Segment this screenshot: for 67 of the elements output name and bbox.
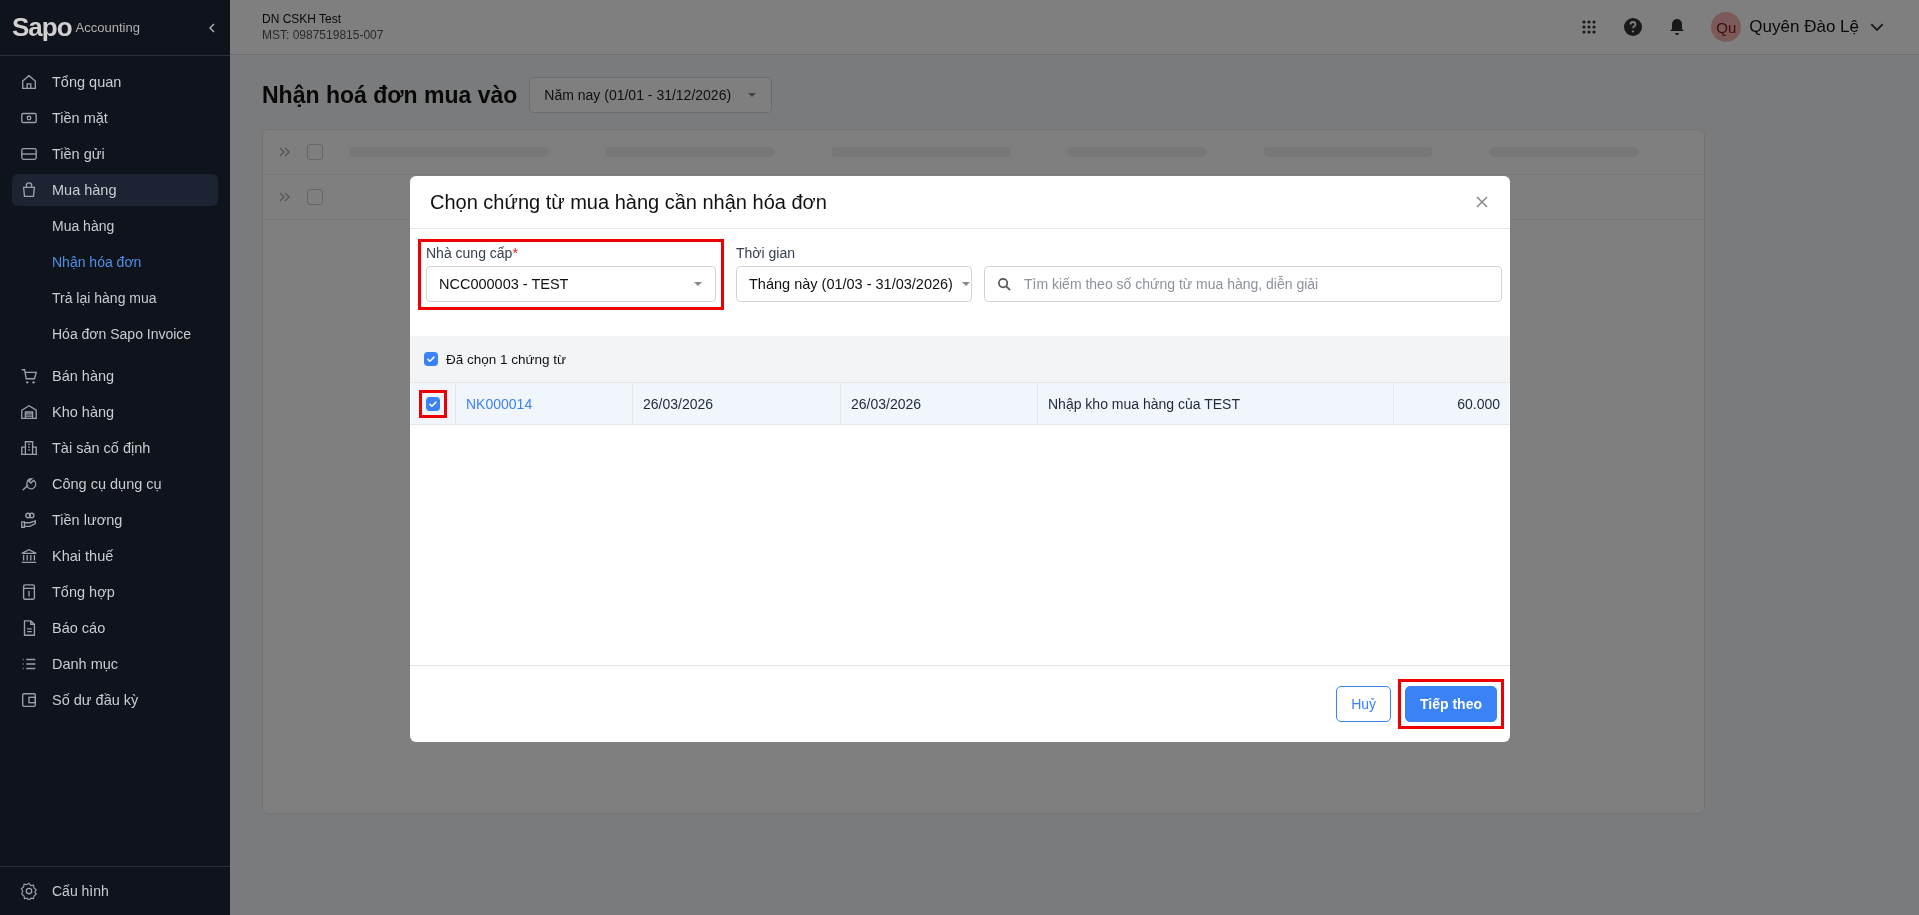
user-name[interactable]: Quyên Đào Lệ — [1749, 17, 1859, 37]
page-title: Nhận hoá đơn mua vào — [262, 81, 518, 109]
dialog-title: Chọn chứng từ mua hàng cần nhận hóa đơn — [430, 190, 827, 214]
sidebar-subitem[interactable]: Mua hàng — [52, 216, 115, 236]
help-icon[interactable] — [1623, 17, 1644, 37]
sidebar-item[interactable]: Kho hàng — [12, 396, 218, 428]
logo-text: Sapo — [12, 12, 72, 43]
period-dropdown[interactable]: Tháng này (01/03 - 31/03/2026) — [736, 266, 972, 302]
next-button[interactable]: Tiếp theo — [1405, 686, 1497, 722]
document-link[interactable]: NK000014 — [466, 395, 533, 412]
close-icon[interactable] — [1474, 194, 1490, 210]
double-chevron-icon[interactable] — [277, 145, 291, 159]
checkbox[interactable] — [307, 144, 323, 160]
sidebar-item[interactable]: Khai thuế — [12, 540, 218, 572]
caret-icon — [960, 279, 971, 289]
sidebar-item[interactable]: Báo cáo — [12, 612, 218, 644]
cancel-button[interactable]: Huỷ — [1336, 686, 1392, 722]
ledger-icon — [20, 583, 38, 601]
selection-summary: Đã chọn 1 chứng từ — [446, 351, 567, 367]
table-row[interactable]: NK000014 26/03/2026 26/03/2026 Nhập kho mua hàng của TEST 60.000 — [410, 383, 1510, 425]
bank-icon — [20, 547, 38, 565]
wallet-icon — [20, 691, 38, 709]
caret-icon — [693, 279, 703, 289]
sidebar-subitem[interactable]: Trả lại hàng mua — [52, 288, 157, 308]
bag-icon — [20, 181, 38, 199]
table-cell: 26/03/2026 — [851, 395, 922, 412]
tax-id: MST: 0987519815-007 — [262, 28, 385, 42]
sidebar-item[interactable]: Tổng quan — [12, 66, 218, 98]
card-icon — [20, 145, 38, 163]
field-label: Thời gian — [736, 245, 796, 261]
search-input[interactable]: Tìm kiếm theo số chứng từ mua hàng, diễn giải — [1022, 275, 1489, 293]
home-icon — [20, 73, 38, 91]
sidebar-item[interactable]: Danh mục — [12, 648, 218, 680]
sidebar-subitem[interactable]: Hóa đơn Sapo Invoice — [52, 324, 192, 344]
product-name: Accounting — [75, 20, 141, 35]
search-icon — [997, 276, 1012, 292]
checkbox[interactable] — [425, 396, 440, 411]
sidebar-item[interactable]: Bán hàng — [12, 360, 218, 392]
collapse-icon[interactable] — [206, 21, 218, 34]
supplier-dropdown[interactable]: NCC000003 - TEST — [426, 266, 716, 302]
search-field[interactable]: Tìm kiếm theo số chứng từ mua hàng, diễn giải — [984, 266, 1502, 302]
company-name: DN CSKH Test — [262, 12, 343, 26]
checkbox[interactable] — [424, 352, 438, 366]
caret-icon — [747, 90, 758, 100]
warehouse-icon — [20, 403, 38, 421]
hand-coins-icon — [20, 511, 38, 529]
checkbox[interactable] — [307, 189, 323, 205]
sidebar-item[interactable]: Tiền mặt — [12, 102, 218, 134]
settings-item[interactable]: Cấu hình — [52, 883, 109, 899]
sidebar-item[interactable]: Mua hàng — [12, 174, 218, 206]
sidebar-item[interactable]: Tiền lương — [12, 504, 218, 536]
sidebar-item[interactable]: Tài sản cố định — [12, 432, 218, 464]
sidebar-item[interactable]: Số dư đầu kỳ — [12, 684, 218, 716]
sidebar-item[interactable]: Tổng hợp — [12, 576, 218, 608]
sidebar-item[interactable]: Tiền gửi — [12, 138, 218, 170]
table-cell: 26/03/2026 — [643, 395, 714, 412]
cart-icon — [20, 367, 38, 385]
sidebar-item[interactable]: Công cụ dụng cụ — [12, 468, 218, 500]
period-dropdown[interactable]: Năm nay (01/01 - 31/12/2026) — [529, 77, 773, 113]
settings-icon — [20, 882, 38, 900]
building-icon — [20, 439, 38, 457]
table-cell: Nhập kho mua hàng của TEST — [1048, 395, 1240, 412]
wrench-icon — [20, 475, 38, 493]
table-cell: 60.000 — [1457, 395, 1500, 412]
field-label: Nhà cung cấp* — [426, 245, 519, 261]
double-chevron-icon[interactable] — [277, 190, 291, 204]
sidebar-subitem[interactable]: Nhận hóa đơn — [52, 252, 142, 272]
